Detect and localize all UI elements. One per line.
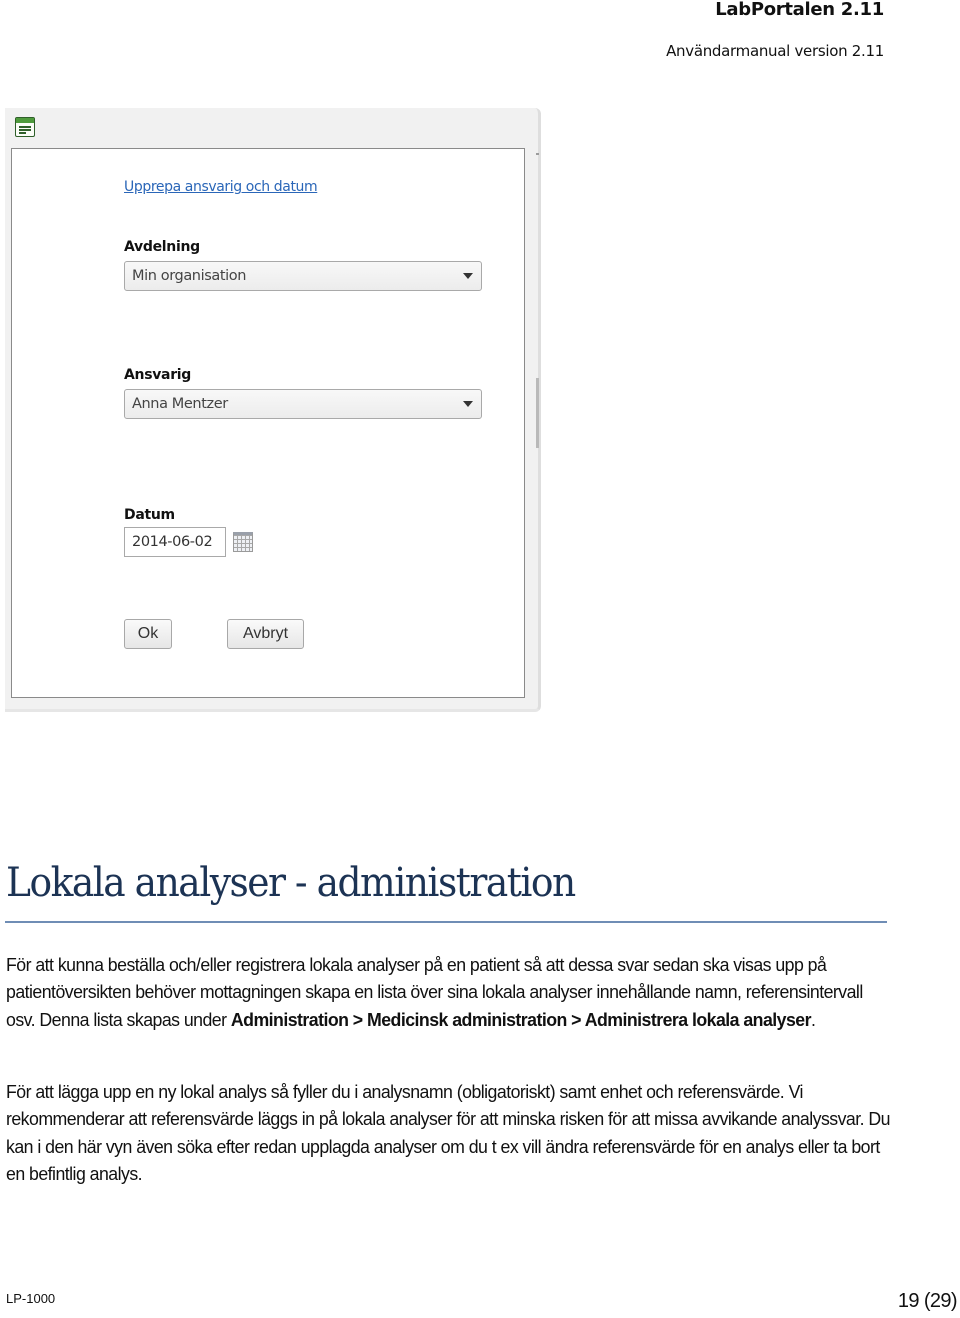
chevron-down-icon xyxy=(463,401,473,407)
paragraph-intro-end: . xyxy=(810,1009,816,1030)
chevron-down-icon xyxy=(463,273,473,279)
menu-path: Administration > Medicinsk administratio… xyxy=(230,1009,812,1030)
heading-rule xyxy=(5,921,887,923)
responsible-label: Ansvarig xyxy=(124,367,192,383)
form-window-icon xyxy=(15,117,35,137)
responsible-select[interactable]: Anna Mentzer xyxy=(124,389,482,419)
background-scrollbar xyxy=(536,108,539,709)
page-number: 19 (29) xyxy=(897,1290,958,1312)
date-input[interactable]: 2014-06-02 xyxy=(124,527,226,557)
department-label: Avdelning xyxy=(124,239,200,255)
department-select[interactable]: Min organisation xyxy=(124,261,482,291)
department-select-value: Min organisation xyxy=(132,268,247,284)
section-heading: Lokala analyser - administration xyxy=(6,860,576,906)
repeat-responsible-date-link[interactable]: Upprepa ansvarig och datum xyxy=(124,179,318,195)
page-header-title: LabPortalen 2.11 xyxy=(715,0,884,20)
responsible-select-value: Anna Mentzer xyxy=(132,396,228,412)
page-header-subtitle: Användarmanual version 2.11 xyxy=(666,42,884,60)
responsible-date-dialog: Upprepa ansvarig och datum Avdelning Min… xyxy=(11,148,525,698)
calendar-icon[interactable] xyxy=(233,532,253,552)
dialog-screenshot: Upprepa ansvarig och datum Avdelning Min… xyxy=(5,108,541,712)
paragraph-instructions: För att lägga upp en ny lokal analys så … xyxy=(6,1082,891,1184)
document-id: LP-1000 xyxy=(6,1291,56,1306)
paragraph-intro: För att kunna beställa och/eller registr… xyxy=(6,952,893,1034)
ok-button[interactable]: Ok xyxy=(124,619,172,649)
cancel-button[interactable]: Avbryt xyxy=(227,619,304,649)
date-label: Datum xyxy=(124,507,175,523)
